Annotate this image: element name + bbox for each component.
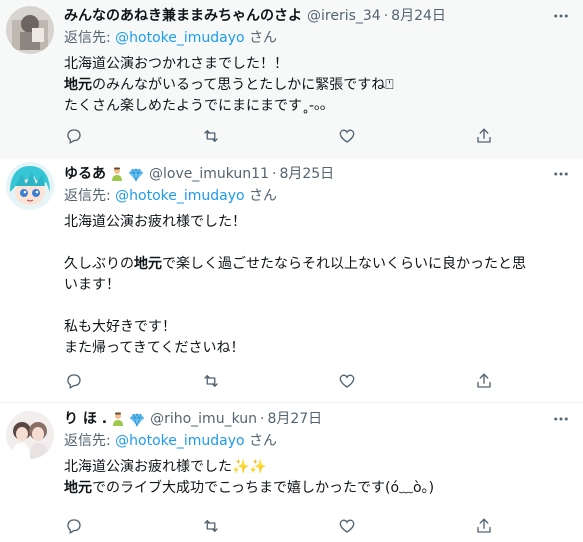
gem-emoji-icon	[129, 411, 145, 427]
tweet-header: り ほ . @riho_imu_kun · 8月27日	[64, 409, 573, 429]
handle[interactable]: @riho_imu_kun	[150, 409, 257, 429]
share-button[interactable]	[474, 371, 494, 391]
tweet-text: 北海道公演お疲れ様でした✨✨ 地元でのライブ大成功でこっちまで嬉しかったです(ó…	[64, 457, 573, 499]
like-icon	[339, 519, 355, 533]
bold-keyword: 地元	[64, 77, 92, 93]
like-button[interactable]	[337, 126, 357, 146]
replying-to: 返信先: @hotoke_imudayo さん	[64, 186, 573, 206]
tweet-line: また帰ってきてくださいね！	[64, 340, 245, 356]
tweet-line: 久しぶりの地元で楽しく過ごせたならそれ以上ないくらいに良かったと思	[64, 254, 573, 275]
tweet[interactable]: り ほ . @riho_imu_kun · 8月27日 返信先: @hotoke…	[0, 403, 583, 542]
display-name[interactable]: り ほ .	[64, 409, 107, 429]
tweet-date[interactable]: 8月27日	[267, 409, 322, 429]
mention-link[interactable]: @hotoke_imudayo	[115, 188, 244, 204]
retweet-icon	[203, 375, 218, 387]
avatar[interactable]	[6, 411, 54, 459]
separator-dot: ·	[260, 411, 265, 427]
tweet-text: 北海道公演おつかれさまでした！！ 地元のみんながいるって思うとたしかに緊張ですね…	[64, 54, 573, 117]
bold-keyword: 地元	[64, 480, 92, 496]
retweet-icon	[203, 520, 218, 532]
reply-icon	[67, 374, 81, 389]
mention-link[interactable]: @hotoke_imudayo	[115, 30, 244, 46]
more-button[interactable]	[549, 4, 573, 28]
reply-button[interactable]	[64, 126, 84, 146]
share-icon	[477, 128, 491, 143]
tweet[interactable]: ゆるあ @love_imukun11 · 8月25日 返信先: @hotoke_…	[0, 158, 583, 402]
more-icon	[554, 417, 568, 421]
avatar[interactable]	[6, 162, 54, 210]
reply-button[interactable]	[64, 516, 84, 536]
replying-label: 返信先:	[64, 188, 111, 204]
separator-dot: ·	[383, 8, 389, 24]
retweet-icon	[203, 130, 218, 142]
tweet-line: 地元でのライブ大成功でこっちまで嬉しかったです(ó﹏ò｡)	[64, 478, 573, 499]
like-icon	[339, 374, 355, 388]
replying-suffix: さん	[249, 188, 278, 204]
share-button[interactable]	[474, 126, 494, 146]
tweet-line: 北海道公演お疲れ様でした✨✨	[64, 457, 573, 478]
more-icon	[554, 14, 568, 18]
handle[interactable]: @ireris_34	[307, 6, 381, 26]
tweet[interactable]: みんなのあねき兼ままみちゃんのさよ @ireris_34 · 8月24日 返信先…	[0, 0, 583, 157]
display-name[interactable]: ゆるあ	[64, 164, 106, 184]
tweet-line-text: で楽しく過ごせたならそれ以上ないくらいに良かったと思	[162, 256, 526, 272]
replying-to: 返信先: @hotoke_imudayo さん	[64, 431, 573, 451]
person-emoji-icon	[110, 411, 126, 427]
separator-dot: ·	[272, 166, 277, 182]
tweet-date[interactable]: 8月24日	[391, 6, 446, 26]
tweet-line-text: のみんながいるって思うとたしかに緊張ですね⍞	[92, 77, 394, 93]
person-emoji-icon	[109, 166, 125, 182]
bold-keyword: 地元	[134, 256, 162, 272]
gem-emoji-icon	[128, 166, 144, 182]
tweet-text: 北海道公演お疲れ様でした！ 久しぶりの地元で楽しく過ごせたならそれ以上ないくらい…	[64, 212, 573, 359]
tweet-line-text: 久しぶりの	[64, 256, 134, 272]
tweet-header: ゆるあ @love_imukun11 · 8月25日	[64, 164, 573, 184]
action-bar	[64, 371, 494, 391]
share-icon	[477, 373, 491, 388]
action-bar	[64, 516, 494, 536]
more-button[interactable]	[549, 162, 573, 186]
like-icon	[339, 129, 355, 143]
more-icon	[554, 172, 568, 176]
replying-label: 返信先:	[64, 30, 111, 46]
tweet-header: みんなのあねき兼ままみちゃんのさよ @ireris_34 · 8月24日	[64, 6, 573, 26]
replying-suffix: さん	[249, 30, 278, 46]
replying-label: 返信先:	[64, 433, 111, 449]
action-bar	[64, 126, 494, 146]
tweet-line: います！	[64, 277, 120, 293]
like-button[interactable]	[337, 371, 357, 391]
reply-icon	[67, 519, 81, 534]
replying-suffix: さん	[249, 433, 278, 449]
mention-link[interactable]: @hotoke_imudayo	[115, 433, 244, 449]
share-icon	[477, 518, 491, 533]
tweet-line: たくさん楽しめたようでにまにまです˳-ₒₒ	[64, 98, 326, 114]
tweet-line: 北海道公演おつかれさまでした！！	[64, 56, 288, 72]
sparkles-emoji: ✨✨	[232, 459, 267, 475]
like-button[interactable]	[337, 516, 357, 536]
tweet-line: 北海道公演お疲れ様でした！	[64, 214, 246, 230]
replying-to: 返信先: @hotoke_imudayo さん	[64, 28, 573, 48]
retweet-button[interactable]	[201, 516, 221, 536]
tweet-line: 地元のみんながいるって思うとたしかに緊張ですね⍞	[64, 75, 573, 96]
retweet-button[interactable]	[201, 371, 221, 391]
handle[interactable]: @love_imukun11	[149, 164, 269, 184]
avatar[interactable]	[6, 6, 54, 54]
retweet-button[interactable]	[201, 126, 221, 146]
more-button[interactable]	[549, 407, 573, 431]
display-name[interactable]: みんなのあねき兼ままみちゃんのさよ	[64, 6, 302, 26]
share-button[interactable]	[474, 516, 494, 536]
tweet-date[interactable]: 8月25日	[279, 164, 334, 184]
tweet-line: 私も大好きです！	[64, 319, 176, 335]
reply-button[interactable]	[64, 371, 84, 391]
reply-icon	[67, 129, 81, 144]
tweet-line-text: でのライブ大成功でこっちまで嬉しかったです(ó﹏ò｡)	[92, 480, 435, 496]
tweet-line-text: 北海道公演お疲れ様でした	[64, 459, 232, 475]
